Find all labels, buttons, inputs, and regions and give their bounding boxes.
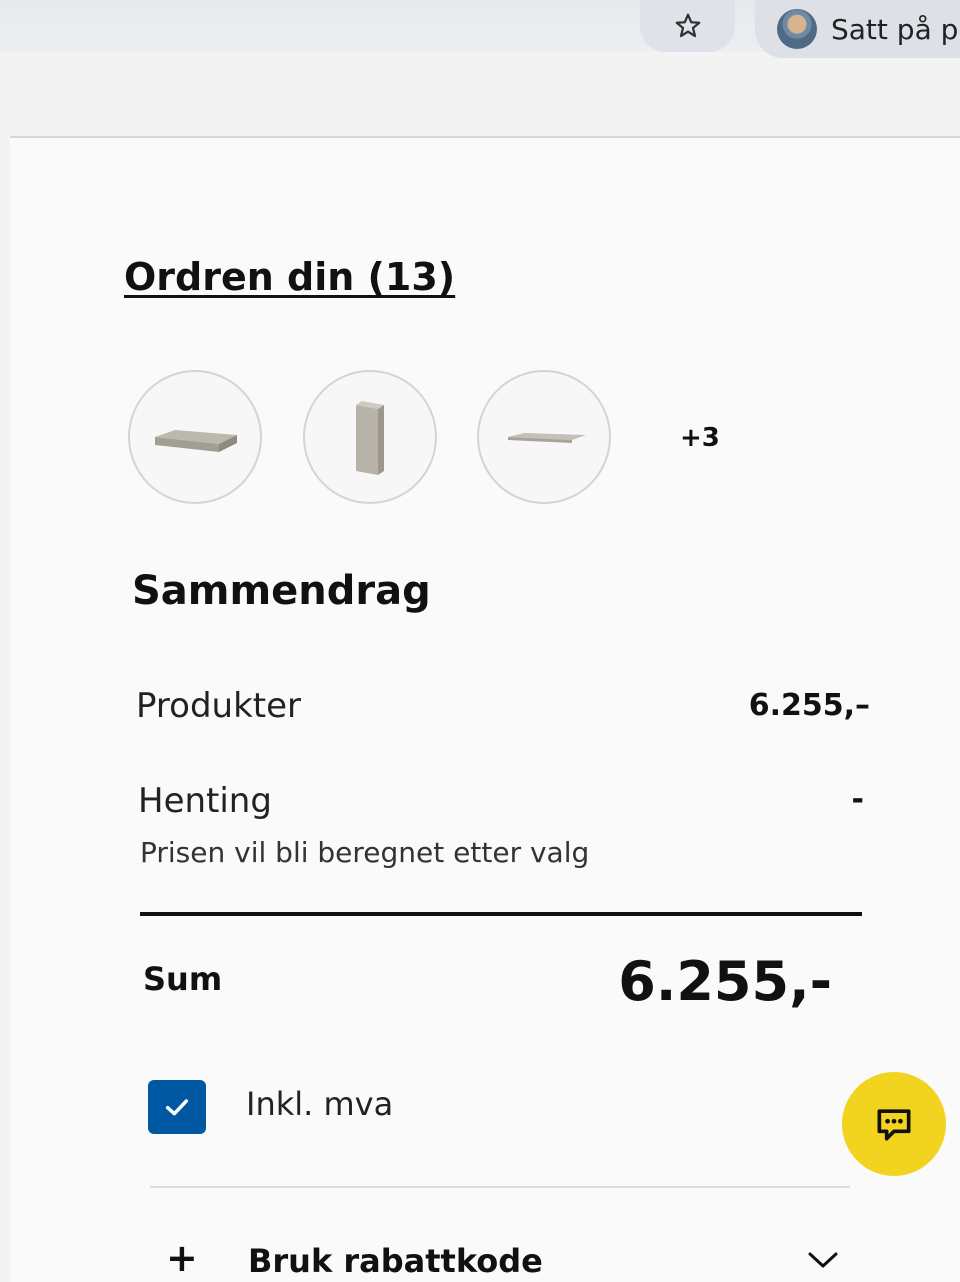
summary-divider [140, 912, 862, 916]
order-title-link[interactable]: Ordren din (13) [124, 255, 455, 299]
star-icon [675, 13, 700, 38]
vat-checkbox[interactable] [148, 1080, 206, 1134]
products-label: Produkter [136, 686, 301, 726]
summary-heading: Sammendrag [132, 568, 431, 614]
side-panel-product-image [356, 401, 384, 475]
checkmark-icon [165, 1099, 189, 1116]
more-items-count[interactable]: +3 [680, 423, 720, 453]
chat-bubble-icon [877, 1109, 911, 1141]
discount-code-toggle[interactable]: + Bruk rabattkode [160, 1236, 840, 1280]
browser-toolbar: Satt på pa [0, 0, 960, 58]
shelf-product-image [508, 433, 586, 443]
vat-label[interactable]: Inkl. mva [246, 1085, 393, 1123]
discount-code-label: Bruk rabattkode [248, 1242, 543, 1280]
product-thumbnail-panel[interactable] [303, 370, 437, 504]
drawer-product-image [155, 430, 237, 452]
chevron-down-icon [808, 1252, 838, 1268]
chat-button[interactable] [842, 1072, 946, 1176]
avatar [777, 9, 817, 49]
bookmark-star-button[interactable] [640, 0, 735, 52]
pickup-price-note: Prisen vil bli beregnet etter valg [140, 836, 590, 869]
profile-label: Satt på pa [831, 12, 960, 46]
product-thumbnail-drawer[interactable] [128, 370, 262, 504]
plus-icon: + [166, 1236, 198, 1280]
pickup-label: Henting [138, 781, 272, 821]
total-label: Sum [143, 960, 223, 998]
total-value: 6.255,- [618, 950, 832, 1013]
profile-chip[interactable]: Satt på pa [755, 0, 960, 58]
section-divider [150, 1186, 850, 1188]
pickup-value: - [851, 782, 864, 817]
products-value: 6.255,– [748, 688, 870, 723]
product-thumbnail-shelf[interactable] [477, 370, 611, 504]
